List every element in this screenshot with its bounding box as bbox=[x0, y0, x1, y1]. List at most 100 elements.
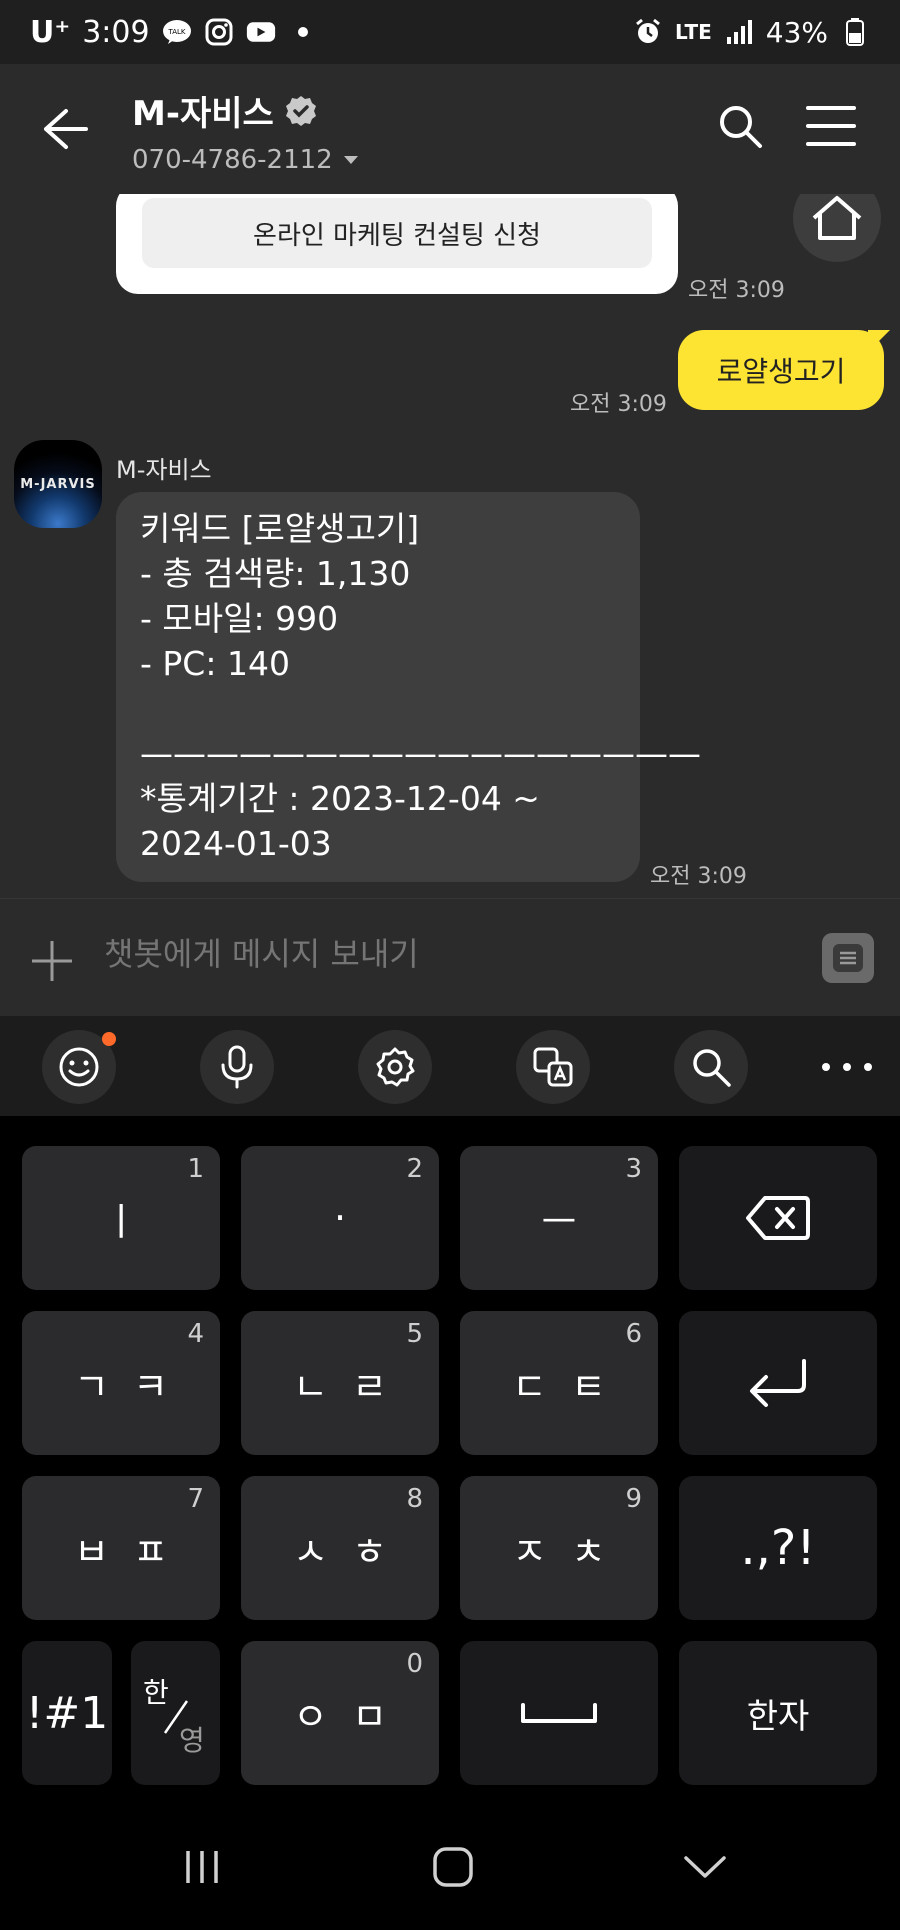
message-input[interactable] bbox=[104, 935, 704, 973]
key-number: 7 bbox=[187, 1484, 204, 1514]
key-7[interactable]: 7 ㅂㅍ bbox=[22, 1476, 220, 1620]
back-button[interactable] bbox=[40, 99, 90, 159]
marketing-consulting-button[interactable]: 온라인 마케팅 컨설팅 신청 bbox=[142, 198, 652, 268]
key-number: 9 bbox=[625, 1484, 642, 1514]
emoji-icon bbox=[59, 1047, 99, 1087]
menu-button[interactable] bbox=[806, 104, 856, 148]
space-icon bbox=[521, 1703, 597, 1723]
key-0[interactable]: 0 ㅇㅁ bbox=[241, 1641, 439, 1785]
home-icon bbox=[812, 196, 862, 240]
phone-number: 070-4786-2112 bbox=[132, 145, 333, 175]
network-type: LTE bbox=[675, 20, 712, 44]
instagram-icon bbox=[204, 17, 234, 47]
chat-header: M-자비스 070-4786-2112 bbox=[0, 64, 900, 194]
carrier-label: U⁺ bbox=[30, 14, 71, 50]
gear-icon bbox=[376, 1047, 415, 1087]
key-8[interactable]: 8 ㅅㅎ bbox=[241, 1476, 439, 1620]
microphone-icon bbox=[221, 1045, 253, 1089]
hide-keyboard-button[interactable] bbox=[675, 1842, 735, 1892]
status-right: LTE 43% bbox=[633, 16, 870, 49]
key-label: ㄴㄹ bbox=[293, 1364, 411, 1409]
more-options-button[interactable] bbox=[822, 1052, 872, 1082]
list-menu-icon bbox=[833, 944, 863, 972]
voice-input-button[interactable] bbox=[200, 1030, 274, 1104]
key-number: 2 bbox=[406, 1154, 423, 1184]
battery-icon bbox=[840, 17, 870, 47]
home-nav-button[interactable] bbox=[423, 1842, 483, 1892]
search-icon bbox=[693, 1049, 731, 1087]
key-number: 0 bbox=[406, 1649, 423, 1679]
dot-icon bbox=[822, 1063, 830, 1071]
key-label: ㅂㅍ bbox=[74, 1529, 192, 1574]
punctuation-key[interactable]: .,?! bbox=[679, 1476, 877, 1620]
status-left: U⁺ 3:09 TALK bbox=[30, 15, 318, 50]
symbols-key[interactable]: !#1 bbox=[22, 1641, 112, 1785]
message-input-bar bbox=[0, 898, 900, 1016]
enter-icon bbox=[750, 1359, 806, 1407]
recent-apps-button[interactable] bbox=[172, 1842, 232, 1892]
key-9[interactable]: 9 ㅈㅊ bbox=[460, 1476, 658, 1620]
avatar[interactable]: M-JARVIS bbox=[14, 440, 102, 528]
key-4[interactable]: 4 ㄱㅋ bbox=[22, 1311, 220, 1455]
enter-key[interactable] bbox=[679, 1311, 877, 1455]
key-label: ㅇㅁ bbox=[293, 1694, 411, 1739]
key-number: 8 bbox=[406, 1484, 423, 1514]
search-button[interactable] bbox=[716, 102, 764, 150]
my-message-timestamp: 오전 3:09 bbox=[570, 392, 667, 417]
translate-button[interactable] bbox=[516, 1030, 590, 1104]
language-switch-key[interactable]: 한 영 bbox=[131, 1641, 220, 1785]
navigation-bar bbox=[0, 1800, 900, 1930]
hamburger-menu-icon bbox=[806, 106, 856, 146]
key-number: 3 bbox=[625, 1154, 642, 1184]
key-2[interactable]: 2 · bbox=[241, 1146, 439, 1290]
key-label: ㅡ bbox=[541, 1199, 577, 1244]
kakaotalk-icon: TALK bbox=[162, 17, 192, 47]
key-number: 5 bbox=[406, 1319, 423, 1349]
home-button[interactable] bbox=[793, 194, 881, 262]
key-number: 4 bbox=[187, 1319, 204, 1349]
back-arrow-icon bbox=[44, 109, 88, 149]
chat-area[interactable]: 온라인 마케팅 컨설팅 신청 오전 3:09 로얄생고기 오전 3:09 M-J… bbox=[0, 194, 900, 898]
verified-badge-icon bbox=[285, 95, 316, 126]
key-label: ㄱㅋ bbox=[74, 1364, 192, 1409]
key-6[interactable]: 6 ㄷㅌ bbox=[460, 1311, 658, 1455]
sender-name: M-자비스 bbox=[116, 456, 212, 484]
dot-icon bbox=[843, 1063, 851, 1071]
card-timestamp: 오전 3:09 bbox=[688, 278, 785, 303]
message-card: 온라인 마케팅 컨설팅 신청 bbox=[116, 194, 678, 294]
caret-down-icon bbox=[343, 156, 358, 164]
keyboard-search-button[interactable] bbox=[674, 1030, 748, 1104]
talk-badge-text: TALK bbox=[167, 28, 185, 36]
translate-icon bbox=[533, 1047, 573, 1087]
key-label: ㅅㅎ bbox=[293, 1529, 411, 1574]
key-5[interactable]: 5 ㄴㄹ bbox=[241, 1311, 439, 1455]
alarm-icon bbox=[633, 17, 663, 47]
key-3[interactable]: 3ㅡ bbox=[460, 1146, 658, 1290]
status-time: 3:09 bbox=[82, 14, 150, 50]
home-nav-icon bbox=[433, 1847, 473, 1887]
chatbot-menu-button[interactable] bbox=[822, 933, 874, 983]
keyboard-toolbar bbox=[0, 1016, 900, 1116]
avatar-logo-text: M-JARVIS bbox=[20, 476, 96, 492]
signal-icon bbox=[724, 17, 754, 47]
key-number: 6 bbox=[625, 1319, 642, 1349]
bot-message-bubble: 키워드 [로얄생고기] - 총 검색량: 1,130 - 모바일: 990 - … bbox=[116, 492, 701, 882]
notification-dot-icon bbox=[288, 17, 318, 47]
phone-row[interactable]: 070-4786-2112 bbox=[132, 145, 359, 175]
chat-title-area[interactable]: M-자비스 070-4786-2112 bbox=[132, 86, 359, 175]
backspace-key[interactable] bbox=[679, 1146, 877, 1290]
backspace-icon bbox=[746, 1196, 810, 1240]
attach-button[interactable] bbox=[30, 939, 74, 983]
recent-apps-icon bbox=[186, 1851, 218, 1883]
key-1[interactable]: 1ㅣ bbox=[22, 1146, 220, 1290]
space-key[interactable] bbox=[460, 1641, 658, 1785]
key-label: ㅈㅊ bbox=[512, 1529, 630, 1574]
battery-percent: 43% bbox=[765, 15, 828, 49]
plus-icon bbox=[32, 941, 72, 981]
emoji-notification-dot bbox=[102, 1032, 116, 1046]
hanja-key[interactable]: 한자 bbox=[679, 1641, 877, 1785]
key-label: ㄷㅌ bbox=[512, 1364, 630, 1409]
keyboard-settings-button[interactable] bbox=[358, 1030, 432, 1104]
chat-title: M-자비스 bbox=[132, 86, 359, 135]
youtube-icon bbox=[246, 17, 276, 47]
